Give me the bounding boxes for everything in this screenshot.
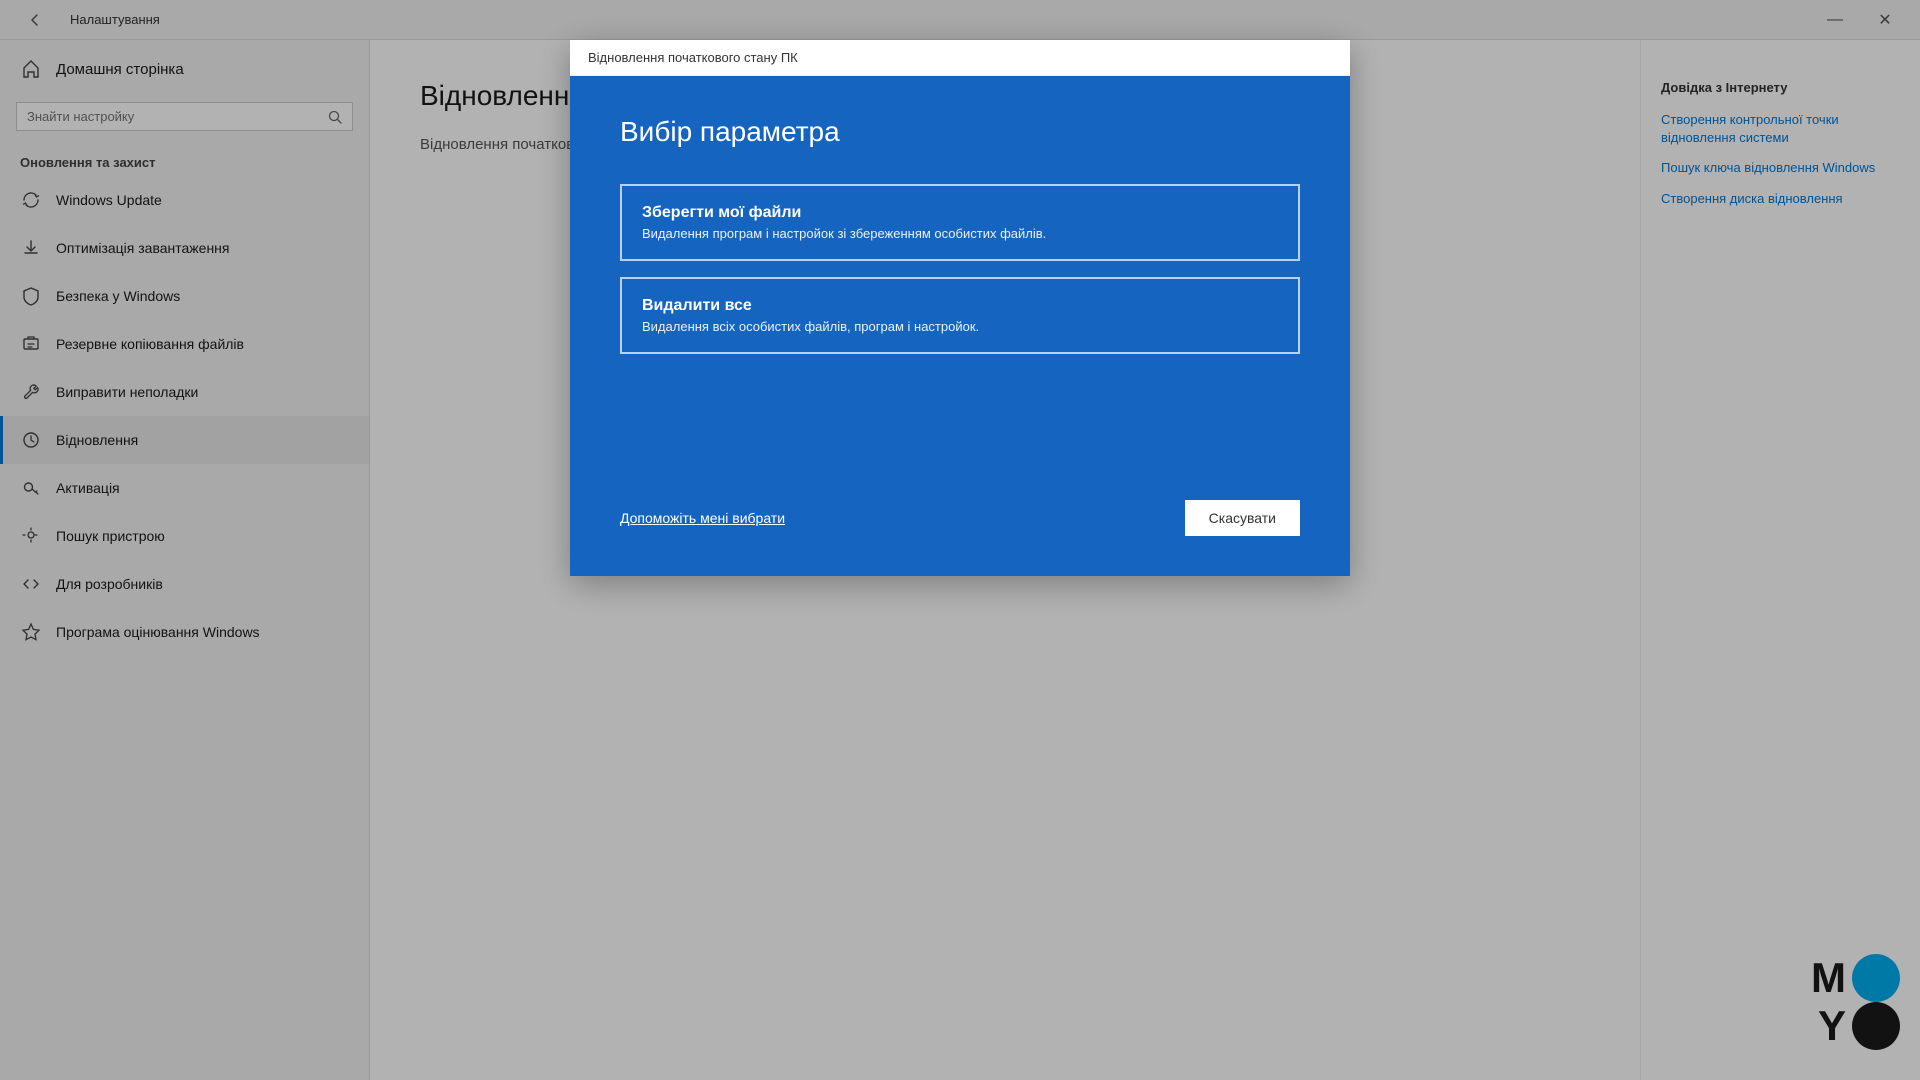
dialog-option-title-1: Зберегти мої файли: [642, 204, 1278, 222]
dialog-cancel-button[interactable]: Скасувати: [1185, 500, 1300, 536]
dialog-titlebar: Відновлення початкового стану ПК: [570, 40, 1350, 76]
dialog-overlay: Відновлення початкового стану ПК Вибір п…: [0, 0, 1920, 1080]
dialog-option-desc-2: Видалення всіх особистих файлів, програм…: [642, 319, 1278, 334]
dialog: Відновлення початкового стану ПК Вибір п…: [570, 40, 1350, 576]
dialog-option-desc-1: Видалення програм і настройок зі збереже…: [642, 226, 1278, 241]
dialog-heading: Вибір параметра: [620, 116, 1300, 148]
dialog-option-keep-files[interactable]: Зберегти мої файли Видалення програм і н…: [620, 184, 1300, 261]
dialog-body: Вибір параметра Зберегти мої файли Видал…: [570, 76, 1350, 576]
dialog-footer: Допоможіть мені вибрати Скасувати: [620, 470, 1300, 536]
dialog-option-remove-everything[interactable]: Видалити все Видалення всіх особистих фа…: [620, 277, 1300, 354]
dialog-option-title-2: Видалити все: [642, 297, 1278, 315]
dialog-help-link[interactable]: Допоможіть мені вибрати: [620, 510, 785, 526]
